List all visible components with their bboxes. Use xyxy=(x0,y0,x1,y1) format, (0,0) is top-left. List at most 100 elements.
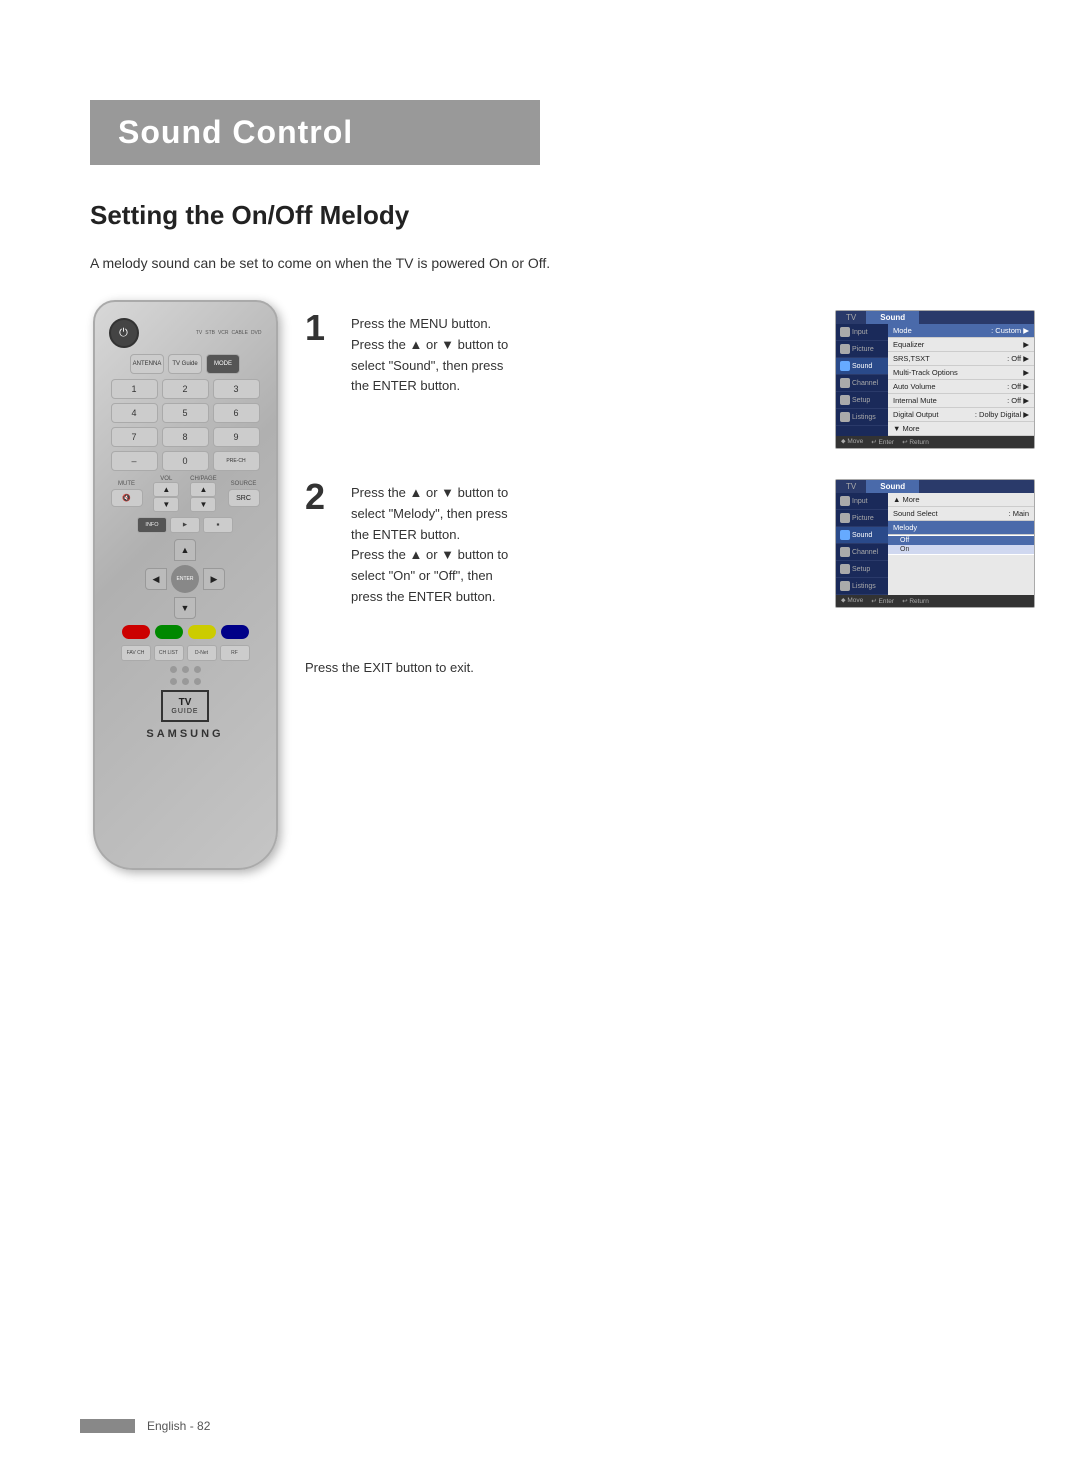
pre-ch-button[interactable]: PRE-CH xyxy=(213,451,260,471)
d-net-button[interactable]: D-Net xyxy=(187,645,217,661)
menu-item-srs: SRS,TSXT: Off ▶ xyxy=(888,352,1034,366)
antenna-button[interactable]: ANTENNA xyxy=(130,354,164,374)
footer-bar xyxy=(80,1419,135,1433)
dpad-left-button[interactable]: ◀ xyxy=(145,568,167,590)
yellow-button[interactable] xyxy=(188,625,216,639)
blue-button[interactable] xyxy=(221,625,249,639)
menu2-listings: Listings xyxy=(836,578,888,595)
enter-button[interactable]: ENTER xyxy=(171,565,199,593)
power-button[interactable]: ⏻ xyxy=(109,318,139,348)
melody-option-off: Off xyxy=(888,536,1034,545)
tv-logo-text: TV xyxy=(179,698,192,708)
info-button[interactable]: INFO xyxy=(137,517,167,533)
menu-sidebar-1: Input Picture Sound Channel Setup Listin… xyxy=(836,324,1034,436)
dot-1 xyxy=(170,666,177,673)
menu2-input: Input xyxy=(836,493,888,510)
header-bar: Sound Control xyxy=(90,100,540,165)
menu-left-2: Input Picture Sound Channel Setup Listin… xyxy=(836,493,888,595)
remote-body: ⏻ TVSTBVCRCABLEDVD ANTENNA TV Guide MODE… xyxy=(93,300,278,870)
num-1[interactable]: 1 xyxy=(111,379,158,399)
melody-option-on: On xyxy=(888,545,1034,554)
step-1-number: 1 xyxy=(305,310,335,449)
dpad: ▲ ◀ ENTER ▶ ▼ xyxy=(145,539,225,619)
vol-down-button[interactable]: ▼ xyxy=(153,497,179,512)
tv-guide-button[interactable]: TV Guide xyxy=(168,354,202,374)
ch-down-button[interactable]: ▼ xyxy=(190,497,216,512)
menu-item-more: ▼ More xyxy=(888,422,1034,436)
steps-area: 1 Press the MENU button. Press the ▲ or … xyxy=(305,310,1035,638)
num-dash[interactable]: – xyxy=(111,451,158,471)
guide-logo-text: GUIDE xyxy=(171,708,198,715)
num-5[interactable]: 5 xyxy=(162,403,209,423)
indicator-dots-2 xyxy=(105,678,266,685)
menu-top-bar-1: TV Sound xyxy=(836,311,1034,324)
menu2-channel: Channel xyxy=(836,544,888,561)
menu-item-equalizer: Equalizer▶ xyxy=(888,338,1034,352)
menu-item-internalmute: Internal Mute: Off ▶ xyxy=(888,394,1034,408)
tv-guide-logo: TV GUIDE xyxy=(105,690,266,722)
dot-3 xyxy=(194,666,201,673)
dpad-down-button[interactable]: ▼ xyxy=(174,597,196,619)
source-button[interactable]: SRC xyxy=(228,489,260,507)
step-2: 2 Press the ▲ or ▼ button to select "Mel… xyxy=(305,479,1035,608)
intro-text: A melody sound can be set to come on whe… xyxy=(90,255,550,271)
number-pad: 1 2 3 4 5 6 7 8 9 – 0 PRE-CH xyxy=(111,379,260,471)
mode-button[interactable]: MODE xyxy=(206,354,240,374)
menu-setup: Setup xyxy=(836,392,888,409)
page-title: Sound Control xyxy=(118,114,512,151)
menu-item-mode: Mode: Custom ▶ xyxy=(888,324,1034,338)
menu2-item-more: ▲ More xyxy=(888,493,1034,507)
melody-options-container: Off On xyxy=(888,535,1034,555)
remote-control: ⏻ TVSTBVCRCABLEDVD ANTENNA TV Guide MODE… xyxy=(80,300,290,880)
rf-button[interactable]: RF xyxy=(220,645,250,661)
source-label: SOURCE xyxy=(231,481,257,487)
tv-tab-1: TV xyxy=(836,311,866,324)
func2-button[interactable]: ⏹ xyxy=(203,517,233,533)
red-button[interactable] xyxy=(122,625,150,639)
vol-up-button[interactable]: ▲ xyxy=(153,482,179,497)
num-0[interactable]: 0 xyxy=(162,451,209,471)
num-6[interactable]: 6 xyxy=(213,403,260,423)
step-1: 1 Press the MENU button. Press the ▲ or … xyxy=(305,310,1035,449)
mute-label: MUTE xyxy=(118,481,135,487)
func1-button[interactable]: ▶ xyxy=(170,517,200,533)
indicator-dots xyxy=(105,666,266,673)
num-8[interactable]: 8 xyxy=(162,427,209,447)
dot-5 xyxy=(182,678,189,685)
samsung-logo: SAMSUNG xyxy=(105,728,266,740)
menu2-item-melody: Melody xyxy=(888,521,1034,535)
ch-up-button[interactable]: ▲ xyxy=(190,482,216,497)
fav-ch-button[interactable]: FAV CH xyxy=(121,645,151,661)
sound-tab-2: Sound xyxy=(866,480,919,493)
menu2-sound-active: Sound xyxy=(836,527,888,544)
dpad-right-button[interactable]: ▶ xyxy=(203,568,225,590)
color-buttons xyxy=(105,625,266,639)
num-7[interactable]: 7 xyxy=(111,427,158,447)
source-labels: TVSTBVCRCABLEDVD xyxy=(196,330,262,336)
mute-button[interactable]: 🔇 xyxy=(111,489,143,507)
menu-listings: Listings xyxy=(836,409,888,426)
num-9[interactable]: 9 xyxy=(213,427,260,447)
menu-right-2: ▲ More Sound Select: Main Melody Off On xyxy=(888,493,1034,595)
menu-top-bar-2: TV Sound xyxy=(836,480,1034,493)
menu-screenshot-1: TV Sound Input Picture Sound Channel Set… xyxy=(835,310,1035,449)
dot-4 xyxy=(170,678,177,685)
step-2-number: 2 xyxy=(305,479,335,608)
green-button[interactable] xyxy=(155,625,183,639)
menu-item-autovolume: Auto Volume: Off ▶ xyxy=(888,380,1034,394)
menu-item-multitrack: Multi-Track Options▶ xyxy=(888,366,1034,380)
num-4[interactable]: 4 xyxy=(111,403,158,423)
menu-channel: Channel xyxy=(836,375,888,392)
dpad-up-button[interactable]: ▲ xyxy=(174,539,196,561)
menu-bottom-bar-2: ⬥ Move↵ Enter↩ Return xyxy=(836,595,1034,607)
menu-item-digitaloutput: Digital Output: Dolby Digital ▶ xyxy=(888,408,1034,422)
sound-tab-1: Sound xyxy=(866,311,919,324)
num-3[interactable]: 3 xyxy=(213,379,260,399)
menu-screenshot-2: TV Sound Input Picture Sound Channel Set… xyxy=(835,479,1035,608)
tv-tab-2: TV xyxy=(836,480,866,493)
ch-list-button[interactable]: CH LIST xyxy=(154,645,184,661)
menu-sidebar-2: Input Picture Sound Channel Setup Listin… xyxy=(836,493,1034,595)
menu-bottom-bar-1: ⬥ Move↵ Enter↩ Return xyxy=(836,436,1034,448)
exit-text: Press the EXIT button to exit. xyxy=(305,660,474,675)
num-2[interactable]: 2 xyxy=(162,379,209,399)
